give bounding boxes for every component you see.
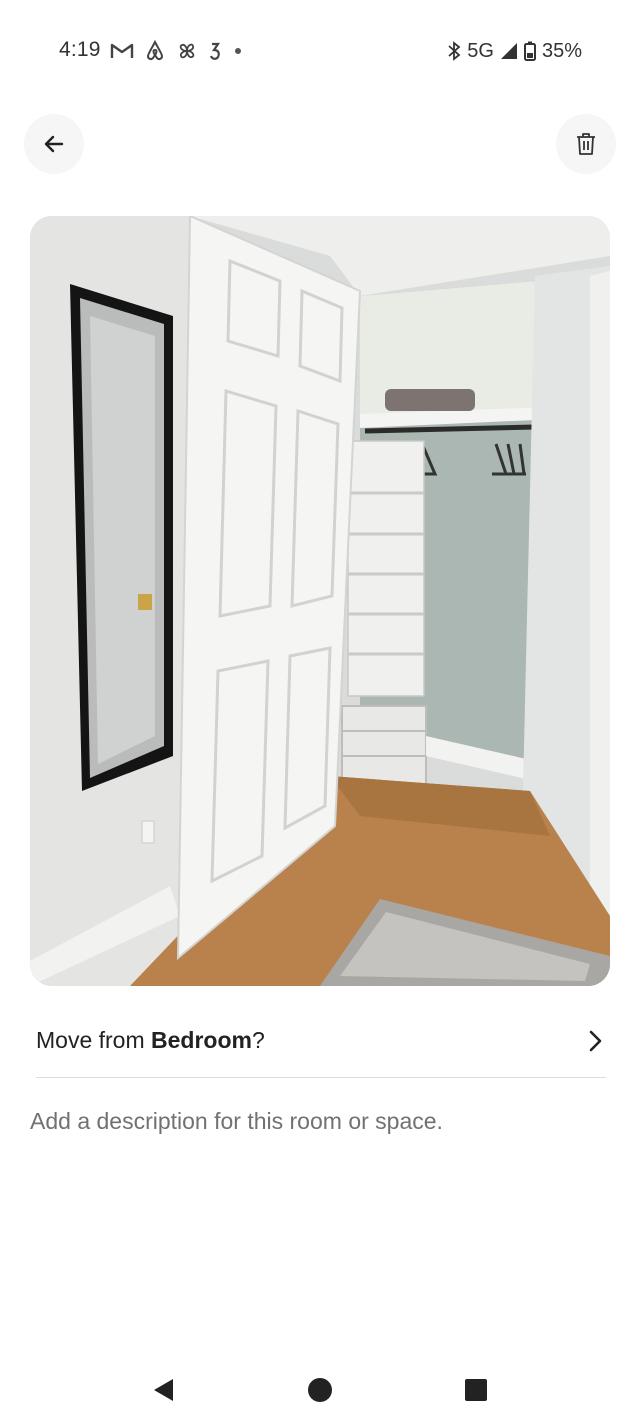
notification-icon [208,41,222,61]
room-photo[interactable] [30,216,610,986]
back-button[interactable] [24,114,84,174]
move-room-row[interactable]: Move from Bedroom? [36,1004,606,1078]
notification-icons [110,38,244,64]
closet-photo-illustration [30,216,610,986]
network-type: 5G [467,39,494,62]
recents-square-icon [465,1379,487,1401]
move-room-text: Move from Bedroom? [36,1027,265,1054]
chevron-right-icon [589,1030,602,1051]
move-prefix: Move from [36,1027,152,1053]
nav-recents-button[interactable] [462,1376,490,1404]
battery-icon [523,41,536,61]
status-time: 4:19 [59,38,101,61]
move-suffix: ? [251,1027,265,1053]
arrow-left-icon [44,135,64,153]
nav-home-button[interactable] [306,1376,334,1404]
description-input[interactable]: Add a description for this room or space… [30,1108,443,1135]
battery-percent: 35% [541,39,582,62]
status-bar: 4:19 5G 35% [0,0,640,100]
system-status: 5G 35% [447,38,582,64]
gmail-icon [110,42,134,60]
nav-back-button[interactable] [150,1376,178,1404]
airbnb-icon [144,40,166,62]
delete-button[interactable] [556,114,616,174]
trash-icon [577,133,595,155]
current-room-name: Bedroom [151,1027,252,1053]
android-nav-bar [0,1350,640,1428]
back-triangle-icon [154,1379,173,1401]
signal-icon [500,42,518,60]
dot-icon [232,45,244,57]
bluetooth-icon [447,41,461,61]
pinwheel-icon [176,40,198,62]
home-circle-icon [308,1378,332,1402]
